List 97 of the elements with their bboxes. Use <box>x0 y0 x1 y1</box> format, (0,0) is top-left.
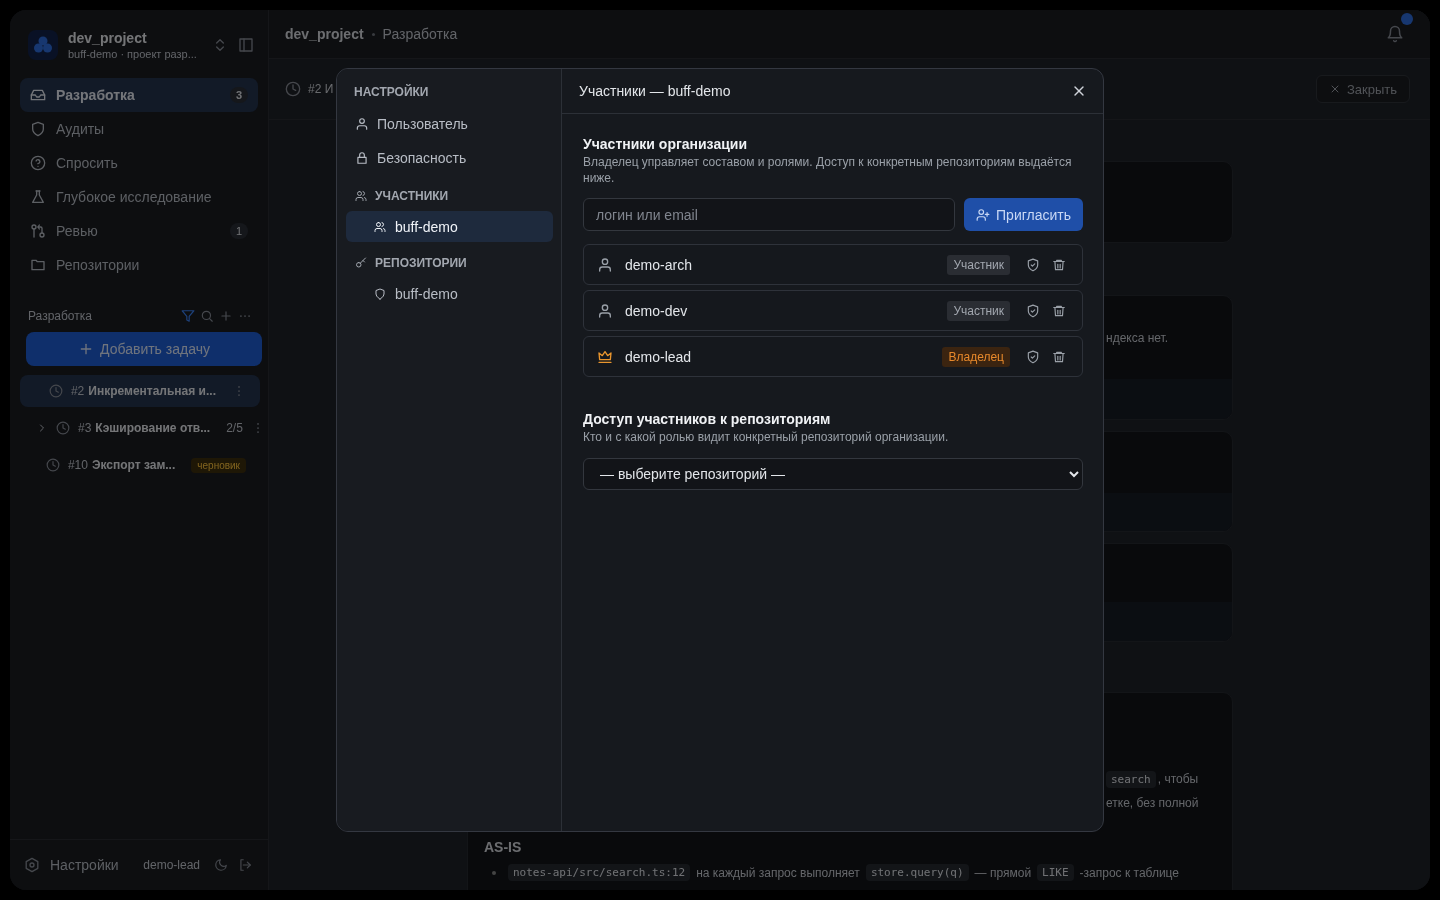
count-badge: 3 <box>229 87 248 103</box>
task-item[interactable]: #2 Инкрементальная и... <box>20 375 260 407</box>
group-title: РЕПОЗИТОРИИ <box>375 256 467 270</box>
trash-icon[interactable] <box>1052 349 1066 364</box>
project-subtitle: buff-demo · проект разр... <box>68 48 198 60</box>
moon-icon[interactable] <box>214 858 228 872</box>
member-name: demo-dev <box>625 302 688 319</box>
logo-icon <box>28 30 58 60</box>
user-icon <box>355 117 369 131</box>
search-icon[interactable] <box>200 309 214 323</box>
user-plus-icon <box>976 207 991 222</box>
card-text: ндекса нет. <box>1106 330 1169 345</box>
doc-text: на каждый запрос выполняет <box>696 865 860 880</box>
breadcrumb-item[interactable]: Разработка <box>382 26 458 42</box>
crown-icon <box>597 348 613 365</box>
user-icon <box>597 302 613 319</box>
shield-icon <box>374 287 386 300</box>
user-name: demo-lead <box>143 858 200 872</box>
count-badge: 1 <box>229 223 248 239</box>
section-description: Владелец управляет составом и ролями. Доступ к конкретным репозиториям выдаётся ниже. <box>583 154 1073 186</box>
users-icon <box>355 190 367 202</box>
task-item[interactable]: #10 Экспорт зам... черновик <box>20 449 260 481</box>
settings-link[interactable]: Настройки <box>50 857 119 873</box>
plus-icon[interactable] <box>219 309 233 323</box>
user-icon <box>597 256 613 273</box>
branch-icon <box>30 223 46 239</box>
nav-item[interactable]: Разработка 3 <box>20 78 258 112</box>
task-progress: 2/5 <box>226 421 243 435</box>
users-icon <box>374 220 386 233</box>
role-badge: Участник <box>947 254 1010 275</box>
shield-icon <box>30 121 46 137</box>
bell-icon[interactable] <box>1386 25 1404 43</box>
logout-icon[interactable] <box>238 858 252 872</box>
dialog-title: Участники — buff-demo <box>579 83 731 99</box>
section-description: Кто и с какой ролью видит конкретный репозиторий организации. <box>583 429 949 445</box>
role-badge: Участник <box>947 300 1010 321</box>
settings-title: НАСТРОЙКИ <box>353 85 430 101</box>
nav-item[interactable]: Репозитории <box>20 248 258 282</box>
settings-nav-item[interactable]: Пользователь <box>346 107 553 141</box>
member-name: demo-lead <box>625 348 692 365</box>
inbox-icon <box>30 87 46 103</box>
settings-nav-item[interactable]: buff-demo <box>346 211 553 242</box>
task-title: Экспорт зам... <box>91 458 176 472</box>
project-name[interactable]: dev_project <box>68 30 202 46</box>
section-heading: Участники организации <box>583 136 747 152</box>
role-badge: Владелец <box>942 346 1010 367</box>
doc-text: -запрос к таблице <box>1079 865 1179 880</box>
nav-item[interactable]: Аудиты <box>20 112 258 146</box>
nav-item[interactable]: Ревью 1 <box>20 214 258 248</box>
doc-text: етке, без полной <box>1106 796 1199 810</box>
invite-button[interactable]: Пригласить <box>964 198 1083 231</box>
inline-code: search <box>1106 770 1156 788</box>
task-heading: #2 И <box>308 82 334 96</box>
section-title: Разработка <box>28 309 93 323</box>
section-heading: Доступ участников к репозиториям <box>583 411 831 427</box>
help-icon <box>30 155 46 171</box>
task-number: #10 <box>67 458 88 472</box>
clock-icon <box>285 81 301 97</box>
shield-check-icon[interactable] <box>1026 257 1040 272</box>
trash-icon[interactable] <box>1052 303 1066 318</box>
lock-icon <box>355 151 369 165</box>
shield-check-icon[interactable] <box>1026 349 1040 364</box>
clock-icon <box>45 458 60 472</box>
task-title: Кэширование отв... <box>95 421 211 435</box>
doc-heading: AS-IS <box>484 839 522 855</box>
folder-icon <box>30 257 46 273</box>
invite-field[interactable]: логин или email <box>583 198 956 231</box>
nav-item[interactable]: Глубокое исследование <box>20 180 258 214</box>
breadcrumb-item[interactable]: dev_project <box>285 26 364 42</box>
trash-icon[interactable] <box>1052 257 1066 272</box>
inline-code: store.query(q) <box>865 864 969 881</box>
repository-select[interactable]: — выберите репозиторий — <box>583 458 1083 490</box>
settings-nav-item[interactable]: buff-demo <box>346 278 553 309</box>
member-name: demo-arch <box>625 256 692 273</box>
settings-nav-item[interactable]: Безопасность <box>346 141 553 175</box>
panel-icon[interactable] <box>238 37 254 53</box>
notification-dot <box>1401 13 1413 25</box>
shield-check-icon[interactable] <box>1026 303 1040 318</box>
inline-code: notes-api/src/search.ts:12 <box>508 864 691 881</box>
flask-icon <box>30 189 46 205</box>
task-number: #2 <box>70 384 85 398</box>
settings-icon[interactable] <box>24 857 40 873</box>
task-number: #3 <box>78 421 92 435</box>
close-button[interactable]: Закрыть <box>1315 75 1410 103</box>
group-title: УЧАСТНИКИ <box>375 189 449 203</box>
draft-badge: черновик <box>191 457 246 473</box>
nav-item[interactable]: Спросить <box>20 146 258 180</box>
task-title: Инкрементальная и... <box>88 384 216 398</box>
task-item[interactable]: #3 Кэширование отв... 2/5 <box>20 412 260 444</box>
doc-text: , чтобы <box>1157 772 1199 786</box>
filter-icon[interactable] <box>181 309 195 323</box>
key-icon <box>355 257 367 269</box>
clock-icon <box>48 384 63 398</box>
add-task-button[interactable]: Добавить задачу <box>26 332 262 366</box>
inline-code: LIKE <box>1037 864 1074 881</box>
doc-text: — прямой <box>974 865 1032 880</box>
clock-icon <box>56 421 70 435</box>
